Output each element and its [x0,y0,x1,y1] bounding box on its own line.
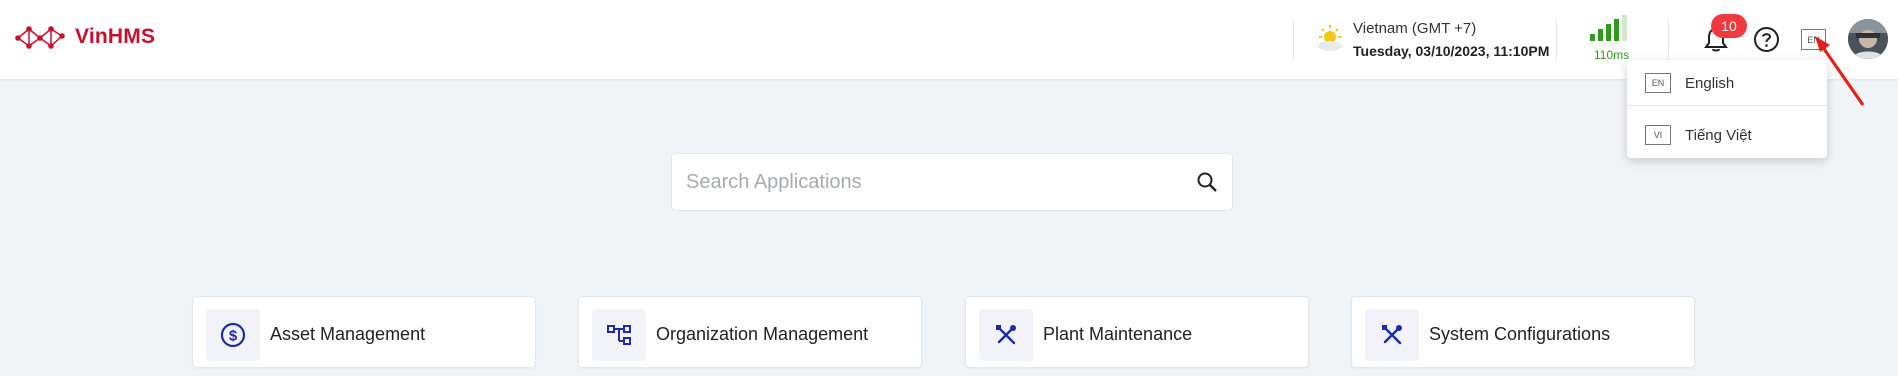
tools-icon [1382,325,1402,345]
app-name: VinHMS [75,25,156,48]
network-logo-icon [15,26,65,49]
app-icon-box [979,309,1033,361]
language-dropdown: EN English VI Tiếng Việt [1627,60,1827,158]
app-card-asset-management[interactable]: $ Asset Management [192,296,536,368]
language-code-badge: EN [1645,73,1671,93]
language-option-label: English [1685,74,1735,92]
app-card-system-configurations[interactable]: System Configurations [1351,296,1695,368]
notification-badge[interactable]: 10 [1711,14,1747,38]
svg-text:$: $ [229,328,238,345]
ping-latency: 110ms [1594,48,1630,62]
divider [1556,20,1557,60]
app-icon-box [1365,309,1419,361]
current-datetime: Tuesday, 03/10/2023, 11:10PM [1353,43,1550,59]
app-card-title: System Configurations [1429,324,1611,344]
divider [1668,20,1669,60]
app-logo[interactable]: VinHMS [15,24,155,50]
app-card-title: Plant Maintenance [1043,324,1193,344]
top-bar: VinHMS Vietnam (GMT +7) Tuesday, 03/10/2… [0,0,1898,79]
signal-strength-icon [1590,15,1627,41]
app-card-title: Organization Management [656,324,869,344]
language-option-vietnamese[interactable]: VI Tiếng Việt [1627,113,1827,157]
search-box [671,153,1233,211]
annotation-arrow-icon [1815,36,1865,106]
language-option-label: Tiếng Việt [1685,126,1752,144]
app-icon-box [592,309,646,361]
weather-icon [1318,25,1342,51]
search-input[interactable] [686,154,1166,210]
app-icon-box: $ [206,309,260,361]
language-option-english[interactable]: EN English [1627,61,1827,105]
divider [1293,20,1294,60]
dropdown-divider [1627,105,1827,106]
search-icon[interactable] [1196,171,1218,193]
app-card-title: Asset Management [270,324,426,344]
dollar-circle-icon: $ [220,322,246,348]
app-card-organization-management[interactable]: Organization Management [578,296,922,368]
timezone-label: Vietnam (GMT +7) [1353,20,1477,37]
org-chart-icon [607,325,631,345]
tools-icon [996,325,1016,345]
help-icon[interactable] [1753,26,1780,53]
app-card-plant-maintenance[interactable]: Plant Maintenance [965,296,1309,368]
language-code-badge: VI [1645,125,1671,145]
